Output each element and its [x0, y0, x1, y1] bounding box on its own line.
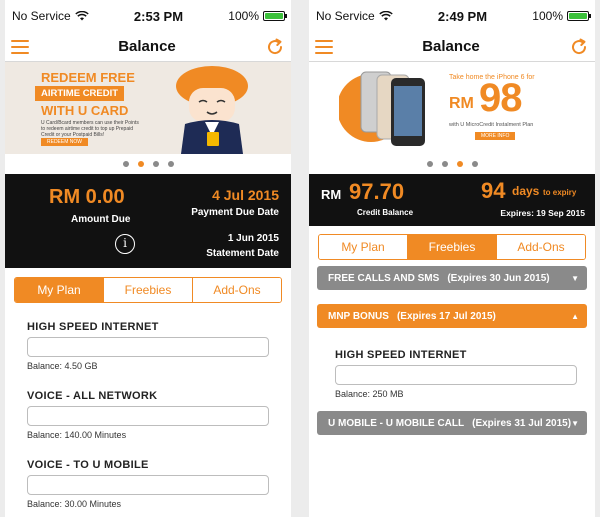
due-date-label: Payment Due Date: [191, 207, 279, 218]
screenshot-stage: No Service 2:53 PM 100% Balance REDEEM F…: [0, 0, 600, 517]
section-mnp-bonus[interactable]: MNP BONUS (Expires 17 Jul 2015) ▲: [317, 304, 587, 328]
page-title: Balance: [422, 38, 480, 55]
promo-banner[interactable]: REDEEM FREE AIRTIME CREDIT WITH U CARD U…: [5, 62, 291, 154]
navigation-bar: Balance: [309, 32, 595, 62]
section-expiry: (Expires 31 Jul 2015): [472, 417, 572, 429]
carousel-indicator: [5, 154, 291, 174]
phone-screen-prepaid: No Service 2:49 PM 100% Balance Take hom: [309, 0, 595, 517]
usage-balance: Balance: 250 MB: [335, 389, 404, 399]
tab-freebies[interactable]: Freebies: [104, 278, 193, 302]
chevron-down-icon: ▼: [571, 418, 579, 428]
mascot-illustration: [176, 66, 248, 154]
carousel-dot[interactable]: [471, 161, 478, 167]
plan-tabs: My Plan Freebies Add-Ons: [14, 277, 282, 303]
battery-icon: [263, 11, 287, 21]
usage-item-voice-all: VOICE - ALL NETWORK Balance: 140.00 Minu…: [5, 390, 291, 440]
navigation-bar: Balance: [5, 32, 291, 62]
info-icon[interactable]: i: [115, 234, 135, 254]
amount-due-value: RM 0.00: [49, 186, 125, 208]
battery-icon: [567, 11, 591, 21]
usage-item-internet: HIGH SPEED INTERNET Balance: 4.50 GB: [5, 321, 291, 371]
menu-icon[interactable]: [315, 39, 333, 54]
carousel-dot[interactable]: [152, 161, 159, 167]
tab-add-ons[interactable]: Add-Ons: [497, 235, 585, 259]
banner-subheadline: WITH U CARD: [41, 103, 129, 118]
carousel-dot[interactable]: [122, 161, 129, 167]
wifi-icon: [378, 11, 393, 21]
carousel-dot[interactable]: [441, 161, 448, 167]
section-free-calls-sms[interactable]: FREE CALLS AND SMS (Expires 30 Jun 2015)…: [317, 266, 587, 290]
carousel-dot[interactable]: [426, 161, 433, 167]
iphone-illustration: [339, 71, 425, 146]
banner-cta[interactable]: MORE INFO: [475, 132, 516, 140]
banner-price: 98: [479, 76, 522, 120]
banner-highlight: AIRTIME CREDIT: [35, 86, 125, 101]
refresh-icon[interactable]: [265, 37, 285, 57]
refresh-icon[interactable]: [569, 37, 589, 57]
promo-banner[interactable]: Take home the iPhone 6 for RM 98 with U …: [309, 62, 595, 154]
carrier-label: No Service: [316, 9, 375, 23]
phone-screen-postpaid: No Service 2:53 PM 100% Balance REDEEM F…: [5, 0, 291, 517]
amount-due-label: Amount Due: [71, 214, 131, 225]
usage-title: VOICE - ALL NETWORK: [27, 390, 158, 402]
chevron-up-icon: ▲: [571, 311, 579, 321]
usage-title: VOICE - TO U MOBILE: [27, 459, 149, 471]
credit-balance-value: 97.70: [349, 179, 405, 204]
usage-bar: [335, 365, 577, 385]
section-title: MNP BONUS: [328, 310, 389, 322]
wifi-icon: [74, 11, 89, 21]
section-title: U MOBILE - U MOBILE CALL: [328, 417, 465, 429]
credit-summary: RM 97.70 Credit Balance 94 days to expir…: [309, 174, 595, 226]
status-bar: No Service 2:49 PM 100%: [309, 0, 595, 32]
statement-date-label: Statement Date: [206, 248, 279, 259]
plan-tabs: My Plan Freebies Add-Ons: [318, 234, 586, 260]
tab-add-ons[interactable]: Add-Ons: [193, 278, 281, 302]
statement-date-value: 1 Jun 2015: [227, 233, 279, 244]
section-expiry: (Expires 17 Jul 2015): [396, 310, 496, 322]
days-unit: days: [512, 184, 540, 198]
menu-icon[interactable]: [11, 39, 29, 54]
due-date-value: 4 Jul 2015: [212, 187, 279, 203]
carousel-dot-active[interactable]: [137, 161, 144, 167]
banner-currency: RM: [449, 95, 474, 112]
tab-my-plan[interactable]: My Plan: [15, 278, 104, 302]
expiry-date: Expires: 19 Sep 2015: [500, 208, 585, 218]
usage-item-voice-umobile: VOICE - TO U MOBILE Balance: 30.00 Minut…: [5, 459, 291, 509]
carousel-indicator: [309, 154, 595, 174]
carrier-label: No Service: [12, 9, 71, 23]
banner-plan: with U MicroCredit Instalment Plan: [449, 122, 534, 128]
banner-headline: REDEEM FREE: [41, 70, 135, 85]
banner-cta[interactable]: REDEEM NOW: [41, 138, 88, 146]
usage-item-internet: HIGH SPEED INTERNET Balance: 250 MB: [309, 349, 595, 399]
days-to-expiry-value: 94: [481, 178, 506, 203]
carousel-dot[interactable]: [167, 161, 174, 167]
usage-title: HIGH SPEED INTERNET: [335, 349, 467, 361]
usage-title: HIGH SPEED INTERNET: [27, 321, 159, 333]
page-title: Balance: [118, 38, 176, 55]
battery-percent: 100%: [228, 9, 259, 23]
usage-bar: [27, 337, 269, 357]
chevron-down-icon: ▼: [571, 273, 579, 283]
credit-balance-label: Credit Balance: [357, 208, 414, 217]
carousel-dot-active[interactable]: [456, 161, 463, 167]
usage-balance: Balance: 4.50 GB: [27, 361, 98, 371]
usage-bar: [27, 475, 269, 495]
days-to-expiry-label: to expiry: [543, 188, 577, 197]
usage-balance: Balance: 30.00 Minutes: [27, 499, 122, 509]
clock: 2:49 PM: [437, 8, 488, 24]
usage-bar: [27, 406, 269, 426]
status-bar: No Service 2:53 PM 100%: [5, 0, 291, 32]
section-title: FREE CALLS AND SMS: [328, 272, 440, 284]
clock: 2:53 PM: [133, 8, 184, 24]
tab-freebies[interactable]: Freebies: [408, 235, 497, 259]
usage-balance: Balance: 140.00 Minutes: [27, 430, 127, 440]
credit-currency: RM: [321, 187, 342, 202]
section-expiry: (Expires 30 Jun 2015): [447, 272, 550, 284]
tab-my-plan[interactable]: My Plan: [319, 235, 408, 259]
bill-summary: RM 0.00 Amount Due 4 Jul 2015 Payment Du…: [5, 174, 291, 268]
battery-percent: 100%: [532, 9, 563, 23]
section-umobile-call[interactable]: U MOBILE - U MOBILE CALL (Expires 31 Jul…: [317, 411, 587, 435]
banner-body: U Card/Bcard members can use their Point…: [41, 120, 139, 138]
